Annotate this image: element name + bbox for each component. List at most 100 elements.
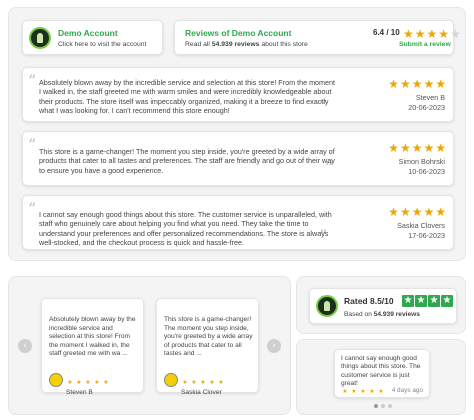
summary-count: 54.939 reviews xyxy=(211,41,260,48)
star-icon: ★ xyxy=(415,295,427,307)
rated-badge-panel: Rated 8.5/10 ★ ★ ★ ★ Based on 54.939 review… xyxy=(296,276,466,334)
submit-review-link[interactable]: Submit a review xyxy=(399,41,451,48)
review-text: I cannot say enough good things about th… xyxy=(39,210,332,247)
carousel-next-button[interactable]: › xyxy=(267,339,281,353)
star-icon: ★ xyxy=(403,27,414,41)
star-icon: ★ xyxy=(103,379,109,386)
star-icon: ★ xyxy=(191,379,197,386)
star-icon: ★ xyxy=(438,27,450,41)
reviews-summary-card: Reviews of Demo Account Read all 54.939 … xyxy=(174,20,461,55)
star-icon: ★ xyxy=(435,141,446,155)
popup-widget-panel: I cannot say enough good things about th… xyxy=(296,339,466,415)
review-text: This store is a game-changer! The moment… xyxy=(39,147,335,175)
review-date: 20-06-2023 xyxy=(408,103,445,112)
carousel-review-author: Saskia Clover xyxy=(181,389,222,396)
quote-icon: “ xyxy=(28,135,37,154)
carousel-review-footer: ★ ★ ★ ★ ★ Saskia Clover xyxy=(164,371,224,396)
carousel-widget-panel: ‹ › Absolutely blown away by the incredi… xyxy=(8,276,291,415)
popup-review-time: 4 days ago xyxy=(391,387,423,394)
star-icon: ★ xyxy=(411,141,423,155)
star-icon: ★ xyxy=(94,379,100,386)
popup-review-text: I cannot say enough good things about th… xyxy=(341,355,421,388)
rated-count: 54.939 reviews xyxy=(373,311,420,318)
carousel-review-text: This store is a game-changer! The moment… xyxy=(164,316,253,358)
star-icon: ★ xyxy=(399,141,411,155)
quote-icon: “ xyxy=(28,199,37,218)
star-icon: ★ xyxy=(441,295,453,307)
account-card[interactable]: Demo Account Click here to visit the acc… xyxy=(22,20,163,55)
rated-title: Rated 8.5/10 xyxy=(344,296,394,306)
review-card: “ ” I cannot say enough good things abou… xyxy=(22,195,454,250)
star-icon: ★ xyxy=(450,27,461,41)
review-date: 10-06-2023 xyxy=(408,167,445,176)
star-icon: ★ xyxy=(411,205,423,219)
star-icon: ★ xyxy=(399,77,411,91)
carousel-review-stars: ★ ★ ★ ★ ★ xyxy=(66,379,110,387)
reviews-widget-panel: Demo Account Click here to visit the acc… xyxy=(8,7,466,261)
star-icon: ★ xyxy=(423,77,435,91)
review-meta: Simon Bohrski 10-06-2023 xyxy=(399,157,445,177)
star-icon: ★ xyxy=(76,379,82,386)
star-icon: ★ xyxy=(388,77,399,91)
summary-subtitle: Read all 54.939 reviews about this store xyxy=(185,41,308,48)
reviewer-avatar xyxy=(164,372,178,387)
star-icon: ★ xyxy=(209,379,215,386)
account-link[interactable]: Click here to visit the account xyxy=(58,41,146,48)
review-author: Saskia Clovers xyxy=(397,221,445,230)
star-icon: ★ xyxy=(411,77,423,91)
review-author: Steven B xyxy=(415,93,445,102)
store-logo-icon xyxy=(316,295,338,317)
carousel-review-text: Absolutely blown away by the incredible … xyxy=(49,316,136,358)
carousel-prev-button[interactable]: ‹ xyxy=(18,339,32,353)
quote-icon: “ xyxy=(28,71,37,90)
store-logo-icon xyxy=(29,27,51,49)
review-date: 17-06-2023 xyxy=(408,231,445,240)
star-icon: ★ xyxy=(435,77,446,91)
reviewer-avatar xyxy=(49,372,63,387)
star-icon: ★ xyxy=(369,388,375,395)
review-meta: Steven B 20-06-2023 xyxy=(408,93,445,113)
star-icon: ★ xyxy=(85,379,91,386)
star-icon: ★ xyxy=(435,205,446,219)
star-icon: ★ xyxy=(423,141,435,155)
pagination-dot[interactable] xyxy=(381,404,385,408)
star-icon: ★ xyxy=(360,388,366,395)
summary-title: Reviews of Demo Account xyxy=(185,28,292,38)
summary-prefix: Read all xyxy=(185,41,210,48)
star-icon: ★ xyxy=(428,295,440,307)
summary-suffix: about this store xyxy=(261,41,308,48)
review-author: Simon Bohrski xyxy=(398,157,445,166)
popup-review-card[interactable]: I cannot say enough good things about th… xyxy=(334,349,430,398)
account-title: Demo Account xyxy=(58,28,118,38)
star-icon: ★ xyxy=(218,379,224,386)
star-icon: ★ xyxy=(388,205,399,219)
star-icon: ★ xyxy=(388,141,399,155)
pagination-dot[interactable] xyxy=(388,404,392,408)
star-icon: ★ xyxy=(182,379,188,386)
rated-subtitle: Based on 54.939 reviews xyxy=(344,311,420,318)
carousel-review-card: Absolutely blown away by the incredible … xyxy=(41,298,144,396)
star-icon: ★ xyxy=(342,388,348,395)
summary-score: 6.4 / 10 xyxy=(373,28,400,37)
summary-stars: ★ ★ ★ ★ ★ xyxy=(403,28,461,40)
rated-stars: ★ ★ ★ ★ xyxy=(402,295,453,307)
carousel-review-author: Steven B xyxy=(66,389,93,396)
review-card: “ ” This store is a game-changer! The mo… xyxy=(22,131,454,186)
star-icon: ★ xyxy=(414,27,426,41)
carousel-review-card: This store is a game-changer! The moment… xyxy=(156,298,259,396)
star-icon: ★ xyxy=(67,379,73,386)
carousel-review-stars: ★ ★ ★ ★ ★ xyxy=(181,379,225,387)
popup-pagination-dots xyxy=(374,404,392,408)
popup-review-stars: ★ ★ ★ ★ ★ xyxy=(341,388,385,396)
star-icon: ★ xyxy=(399,205,411,219)
pagination-dot[interactable] xyxy=(374,404,378,408)
star-icon: ★ xyxy=(402,295,414,307)
review-stars: ★ ★ ★ ★ ★ xyxy=(388,78,446,90)
review-card: “ ” Absolutely blown away by the incredi… xyxy=(22,67,454,122)
rated-badge-card[interactable]: Rated 8.5/10 ★ ★ ★ ★ Based on 54.939 review… xyxy=(309,288,457,324)
review-text: Absolutely blown away by the incredible … xyxy=(39,78,336,115)
star-icon: ★ xyxy=(423,205,435,219)
review-stars: ★ ★ ★ ★ ★ xyxy=(388,142,446,154)
review-stars: ★ ★ ★ ★ ★ xyxy=(388,206,446,218)
star-icon: ★ xyxy=(200,379,206,386)
